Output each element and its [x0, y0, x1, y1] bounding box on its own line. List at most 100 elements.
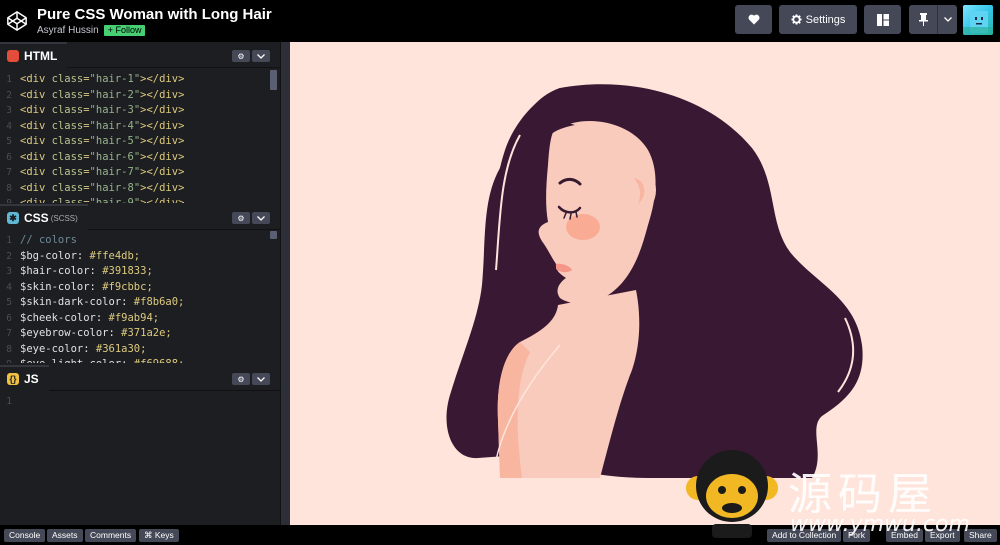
assets-button[interactable]: Assets [47, 529, 83, 542]
console-button[interactable]: Console [4, 529, 46, 542]
line-number: 8 [6, 182, 12, 194]
line-number: 7 [6, 167, 12, 178]
pen-title[interactable]: Pure CSS Woman with Long Hair [37, 6, 272, 23]
js-icon: {} [7, 373, 19, 385]
pin-button[interactable] [909, 5, 937, 34]
code-line: 7 <div class = "hair-7" ></div> [0, 165, 280, 181]
monkey-logo-icon [686, 450, 778, 538]
line-number: 1 [6, 396, 12, 407]
editor-column: HTML ⚙ 1 <div class = "hair-1" ></div> 2 <div … [0, 42, 280, 525]
heart-icon [748, 14, 759, 25]
user-avatar[interactable] [963, 5, 993, 35]
scss-value: #361a30; [95, 342, 147, 355]
pin-icon [918, 13, 928, 26]
html-icon [7, 50, 19, 62]
html-pane-header: HTML ⚙ [0, 42, 280, 68]
pen-title-block: Pure CSS Woman with Long Hair Asyraf Hus… [37, 6, 272, 36]
class-value: hair-2 [95, 88, 134, 101]
class-value: hair-8 [95, 181, 134, 194]
comments-button[interactable]: Comments [85, 529, 137, 542]
resize-handle[interactable] [280, 42, 290, 525]
line-number: 5 [6, 136, 12, 147]
scss-variable: $eyebrow-color: [20, 327, 115, 339]
scss-value: #391833; [102, 265, 153, 277]
code-line: 5 <div class = "hair-5" ></div> [0, 134, 280, 150]
html-tab-label: HTML [24, 49, 58, 63]
code-line: 4 <div class = "hair-4" ></div> [0, 119, 280, 135]
scss-variable: $cheek-color: [20, 311, 103, 324]
pin-dropdown-button[interactable] [937, 5, 957, 34]
scss-variable: $hair-color: [20, 265, 96, 277]
css-tab[interactable]: ✱ CSS (SCSS) [0, 204, 88, 230]
line-number: 9 [0, 196, 20, 203]
avatar-face-icon [963, 11, 993, 35]
layout-button[interactable] [864, 5, 901, 34]
cheek [566, 214, 600, 240]
css-scrollbar[interactable] [270, 231, 277, 239]
js-pane-header: {} JS ⚙ [0, 365, 280, 391]
chevron-down-icon [257, 215, 265, 221]
follow-button[interactable]: + Follow [103, 25, 146, 36]
css-tab-label: CSS [24, 211, 49, 225]
settings-button[interactable]: Settings [779, 5, 857, 34]
keys-button[interactable]: ⌘ Keys [139, 529, 179, 542]
line-number: 1 [6, 74, 12, 85]
code-line: 8 <div class = "hair-8" ></div> [0, 181, 280, 197]
code-line: 1 // colors [0, 233, 280, 249]
scss-variable: $skin-color: [20, 280, 96, 293]
class-value: hair-9 [95, 197, 134, 203]
scss-value: #f9ab94; [108, 311, 160, 324]
class-value: hair-1 [95, 73, 134, 85]
js-code-area[interactable]: 1 [0, 394, 280, 524]
code-line: 2 <div class = "hair-2" ></div> [0, 88, 280, 104]
line-number: 6 [6, 151, 12, 163]
scss-variable: $bg-color: [20, 249, 84, 262]
code-line: 3 $hair-color: #391833; [0, 264, 280, 280]
html-code-area[interactable]: 1 <div class = "hair-1" ></div> 2 <div class = "… [0, 72, 280, 203]
line-number: 3 [6, 266, 12, 277]
gear-icon [791, 14, 802, 25]
css-settings-button[interactable]: ⚙ [232, 212, 250, 224]
js-settings-button[interactable]: ⚙ [232, 373, 250, 385]
layout-icon [876, 13, 889, 26]
watermark-url: www.ymwu.com [790, 512, 970, 537]
code-line: 4 $skin-color: #f9cbbc; [0, 280, 280, 296]
line-number: 4 [6, 120, 12, 132]
html-settings-button[interactable]: ⚙ [232, 50, 250, 62]
code-line: 6 <div class = "hair-6" ></div> [0, 150, 280, 166]
js-tab[interactable]: {} JS [0, 365, 49, 391]
css-tab-sublabel: (SCSS) [50, 213, 78, 223]
heart-button[interactable] [735, 5, 772, 34]
css-collapse-button[interactable] [252, 212, 270, 224]
codepen-logo-icon[interactable] [6, 10, 28, 32]
scss-variable: $skin-dark-color: [20, 296, 128, 308]
chevron-down-icon [257, 376, 265, 382]
js-tab-label: JS [24, 372, 39, 386]
line-number: 7 [6, 328, 12, 339]
class-value: hair-7 [95, 166, 134, 178]
code-line: 6 $cheek-color: #f9ab94; [0, 311, 280, 327]
class-value: hair-6 [95, 150, 134, 163]
html-scrollbar[interactable] [270, 70, 277, 90]
code-line: 9$eye-light-color: #f69688; [0, 357, 280, 363]
code-comment: // colors [20, 234, 77, 246]
class-value: hair-5 [95, 135, 134, 147]
chevron-down-icon [257, 53, 265, 59]
line-number: 8 [6, 343, 12, 355]
line-number: 3 [6, 105, 12, 116]
html-tab[interactable]: HTML [0, 42, 68, 68]
html-collapse-button[interactable] [252, 50, 270, 62]
class-value: hair-4 [95, 119, 134, 132]
scss-value: #ffe4db; [89, 249, 141, 262]
line-number: 5 [6, 297, 12, 308]
css-code-area[interactable]: 1 // colors 2 $bg-color: #ffe4db; 3 $hair-col… [0, 233, 280, 363]
scss-variable: $eye-color: [20, 342, 90, 355]
js-collapse-button[interactable] [252, 373, 270, 385]
chevron-down-icon [943, 17, 952, 22]
code-line: 5 $skin-dark-color: #f8b6a0; [0, 295, 280, 311]
line-number: 2 [6, 89, 12, 101]
css-pane-header: ✱ CSS (SCSS) ⚙ [0, 204, 280, 230]
scss-value: #371a2e; [121, 327, 172, 339]
author-name[interactable]: Asyraf Hussin [37, 25, 99, 36]
class-value: hair-3 [95, 104, 134, 116]
